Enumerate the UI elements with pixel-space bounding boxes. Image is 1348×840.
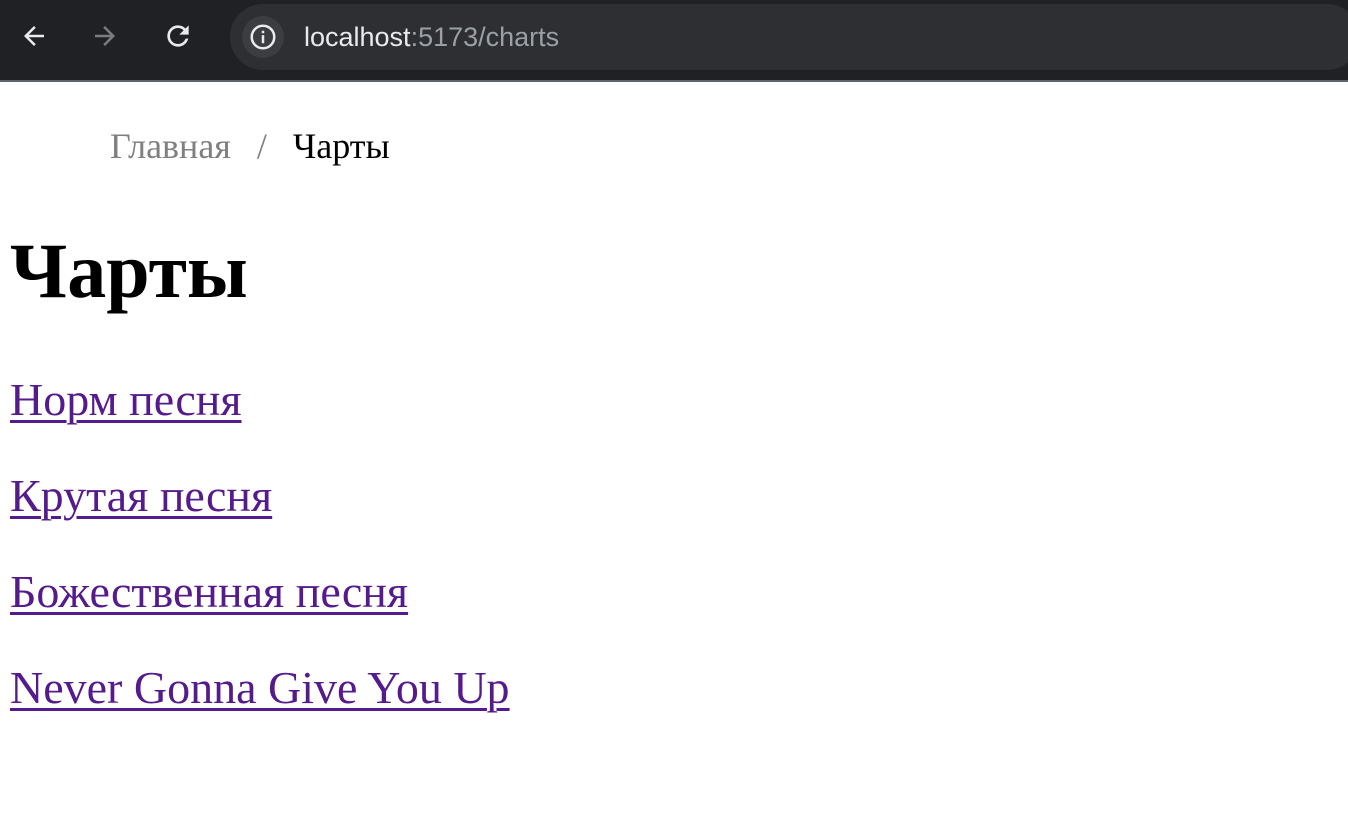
forward-button[interactable]: [83, 14, 127, 58]
chart-list: Норм песня Крутая песня Божественная пес…: [10, 374, 510, 758]
breadcrumb: Главная / Чарты: [110, 124, 390, 168]
chart-link-cool-song[interactable]: Крутая песня: [10, 470, 272, 521]
breadcrumb-current: Чарты: [292, 126, 390, 166]
list-item: Божественная песня: [10, 566, 510, 662]
back-arrow-icon: [24, 26, 44, 46]
list-item: Never Gonna Give You Up: [10, 662, 510, 758]
address-bar[interactable]: localhost:5173/charts: [230, 4, 1348, 70]
list-item: Норм песня: [10, 374, 510, 470]
breadcrumb-home-link[interactable]: Главная: [110, 126, 231, 166]
forward-arrow-icon: [95, 26, 115, 46]
chart-link-norm-song[interactable]: Норм песня: [10, 374, 242, 425]
reload-icon: [167, 25, 189, 47]
chart-link-divine-song[interactable]: Божественная песня: [10, 566, 408, 617]
list-item: Крутая песня: [10, 470, 510, 566]
back-button[interactable]: [12, 14, 56, 58]
page-title: Чарты: [10, 227, 248, 314]
site-info-button[interactable]: [242, 16, 284, 58]
reload-button[interactable]: [156, 14, 200, 58]
chart-link-never-gonna[interactable]: Never Gonna Give You Up: [10, 662, 510, 713]
info-icon: [250, 24, 276, 50]
page-content: Главная / Чарты Чарты Норм песня Крутая пе…: [0, 84, 1348, 840]
browser-toolbar: localhost:5173/charts: [0, 0, 1348, 82]
breadcrumb-separator: /: [256, 126, 267, 166]
url-path: :5173/charts: [410, 22, 560, 52]
url-host: localhost: [304, 22, 411, 52]
url-text[interactable]: localhost:5173/charts: [304, 21, 559, 53]
